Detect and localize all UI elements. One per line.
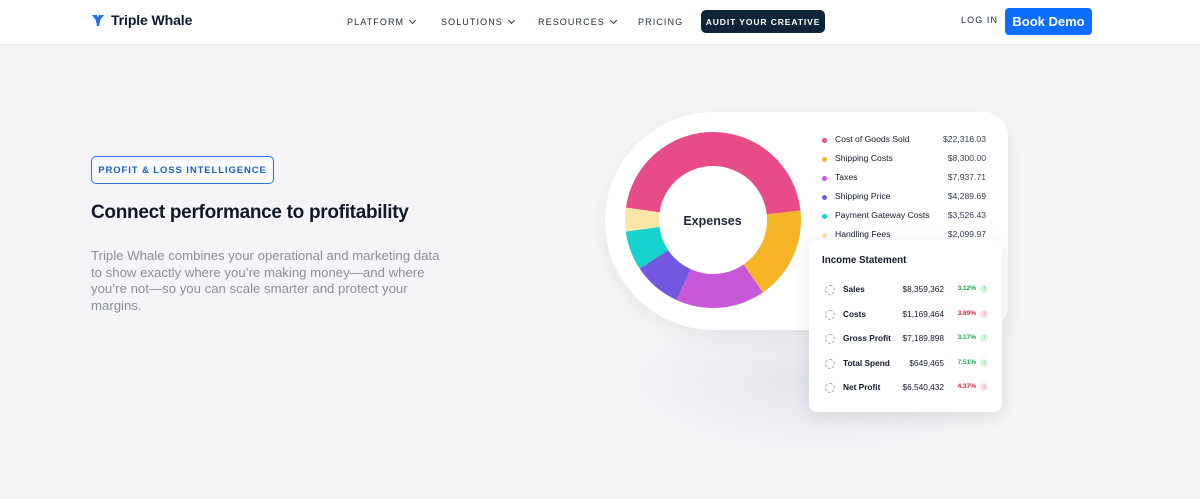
legend-value: $22,318.03 <box>942 134 986 144</box>
section-badge: PROFIT & LOSS INTELLIGENCE <box>91 156 274 184</box>
brand-name: Triple Whale <box>111 12 193 28</box>
legend-dot <box>822 138 827 143</box>
metric-value: $649,465 <box>909 357 944 368</box>
book-demo-button[interactable]: Book Demo <box>1005 8 1092 35</box>
income-row-total-spend: Total Spend $649,465 7.51% ↑ <box>809 355 1002 375</box>
metric-icon <box>825 309 835 320</box>
metric-value: $7,189,898 <box>902 333 944 343</box>
triple-whale-logo-icon <box>92 15 104 26</box>
trend-arrow-icon: ↑ <box>980 285 988 293</box>
legend-item: Cost of Goods Sold $22,318.03 <box>820 133 988 152</box>
income-row-net-profit: Net Profit $6,540,432 4.37% ↓ <box>809 379 1002 399</box>
legend-item: Shipping Costs $8,300.00 <box>820 152 988 171</box>
legend-name: Handling Fees <box>835 229 891 239</box>
legend-dot <box>822 157 827 162</box>
nav-resources[interactable]: RESOURCES <box>538 0 617 44</box>
metric-icon <box>825 383 835 393</box>
metric-change: 3.17% <box>957 334 976 341</box>
donut-center-label: Expenses <box>683 214 742 228</box>
legend-name: Shipping Price <box>835 191 891 201</box>
audit-your-creative-button[interactable]: AUDIT YOUR CREATIVE <box>701 10 825 33</box>
legend-item: Taxes $7,937.71 <box>820 171 988 190</box>
metric-name: Costs <box>843 308 867 319</box>
chevron-down-icon <box>409 16 417 25</box>
chevron-down-icon <box>609 16 617 25</box>
income-statement-title: Income Statement <box>822 255 907 266</box>
income-row-sales: Sales $8,359,362 3.12% ↑ <box>809 281 1002 301</box>
income-row-gross-profit: Gross Profit $7,189,898 3.17% ↑ <box>809 330 1002 350</box>
metric-icon <box>825 334 835 344</box>
hero-description: Triple Whale combines your operational a… <box>91 248 440 313</box>
metric-name: Gross Profit <box>843 333 891 343</box>
trend-arrow-icon: ↑ <box>980 334 988 342</box>
legend-dot <box>822 214 827 219</box>
legend-name: Payment Gateway Costs <box>835 210 930 220</box>
legend-name: Cost of Goods Sold <box>835 134 910 144</box>
legend-item: Payment Gateway Costs $3,526.43 <box>820 209 988 228</box>
legend-name: Taxes <box>835 172 858 182</box>
metric-icon <box>825 358 835 369</box>
legend-dot <box>822 176 827 181</box>
nav-platform[interactable]: PLATFORM <box>347 0 417 44</box>
metric-value: $8,359,362 <box>902 284 944 294</box>
nav-pricing-label: PRICING <box>638 17 684 27</box>
legend-dot <box>822 195 827 200</box>
metric-name: Sales <box>843 284 865 294</box>
brand-logo[interactable]: Triple Whale <box>91 12 192 28</box>
nav-pricing[interactable]: PRICING <box>638 0 683 44</box>
expenses-legend: Cost of Goods Sold $22,318.03 Shipping C… <box>820 133 988 247</box>
metric-change: 3.89% <box>957 309 976 317</box>
trend-arrow-icon: ↓ <box>980 383 988 391</box>
login-link[interactable]: LOG IN <box>961 15 998 25</box>
income-statement-card: Income Statement Sales $8,359,362 3.12% … <box>809 240 1002 412</box>
legend-item: Shipping Price $4,289.69 <box>820 190 988 209</box>
trend-arrow-icon: ↓ <box>980 309 988 318</box>
hero-headline: Connect performance to profitability <box>91 202 409 223</box>
metric-change: 4.37% <box>957 383 976 390</box>
legend-value: $4,289.69 <box>947 191 986 201</box>
income-row-costs: Costs $1,169,464 3.89% ↓ <box>809 306 1002 326</box>
metric-icon <box>825 285 835 295</box>
donut-slice <box>625 132 801 215</box>
nav-platform-label: PLATFORM <box>347 17 405 27</box>
top-navigation: Triple Whale PLATFORM SOLUTIONS RESOURCE… <box>0 0 1200 44</box>
legend-name: Shipping Costs <box>835 153 893 163</box>
nav-solutions-label: SOLUTIONS <box>441 17 503 27</box>
metric-change: 7.51% <box>957 358 976 366</box>
trend-arrow-icon: ↑ <box>980 358 988 367</box>
metric-name: Total Spend <box>843 357 890 368</box>
legend-value: $2,099.97 <box>947 229 986 239</box>
legend-value: $8,300.00 <box>947 153 986 163</box>
metric-change: 3.12% <box>957 285 976 292</box>
metric-value: $6,540,432 <box>902 382 944 392</box>
nav-resources-label: RESOURCES <box>538 17 605 27</box>
chevron-down-icon <box>507 16 515 25</box>
metric-value: $1,169,464 <box>902 308 944 319</box>
legend-dot <box>822 233 827 238</box>
legend-value: $3,526.43 <box>947 210 986 220</box>
legend-value: $7,937.71 <box>947 172 986 182</box>
metric-name: Net Profit <box>843 382 881 392</box>
nav-solutions[interactable]: SOLUTIONS <box>441 0 515 44</box>
